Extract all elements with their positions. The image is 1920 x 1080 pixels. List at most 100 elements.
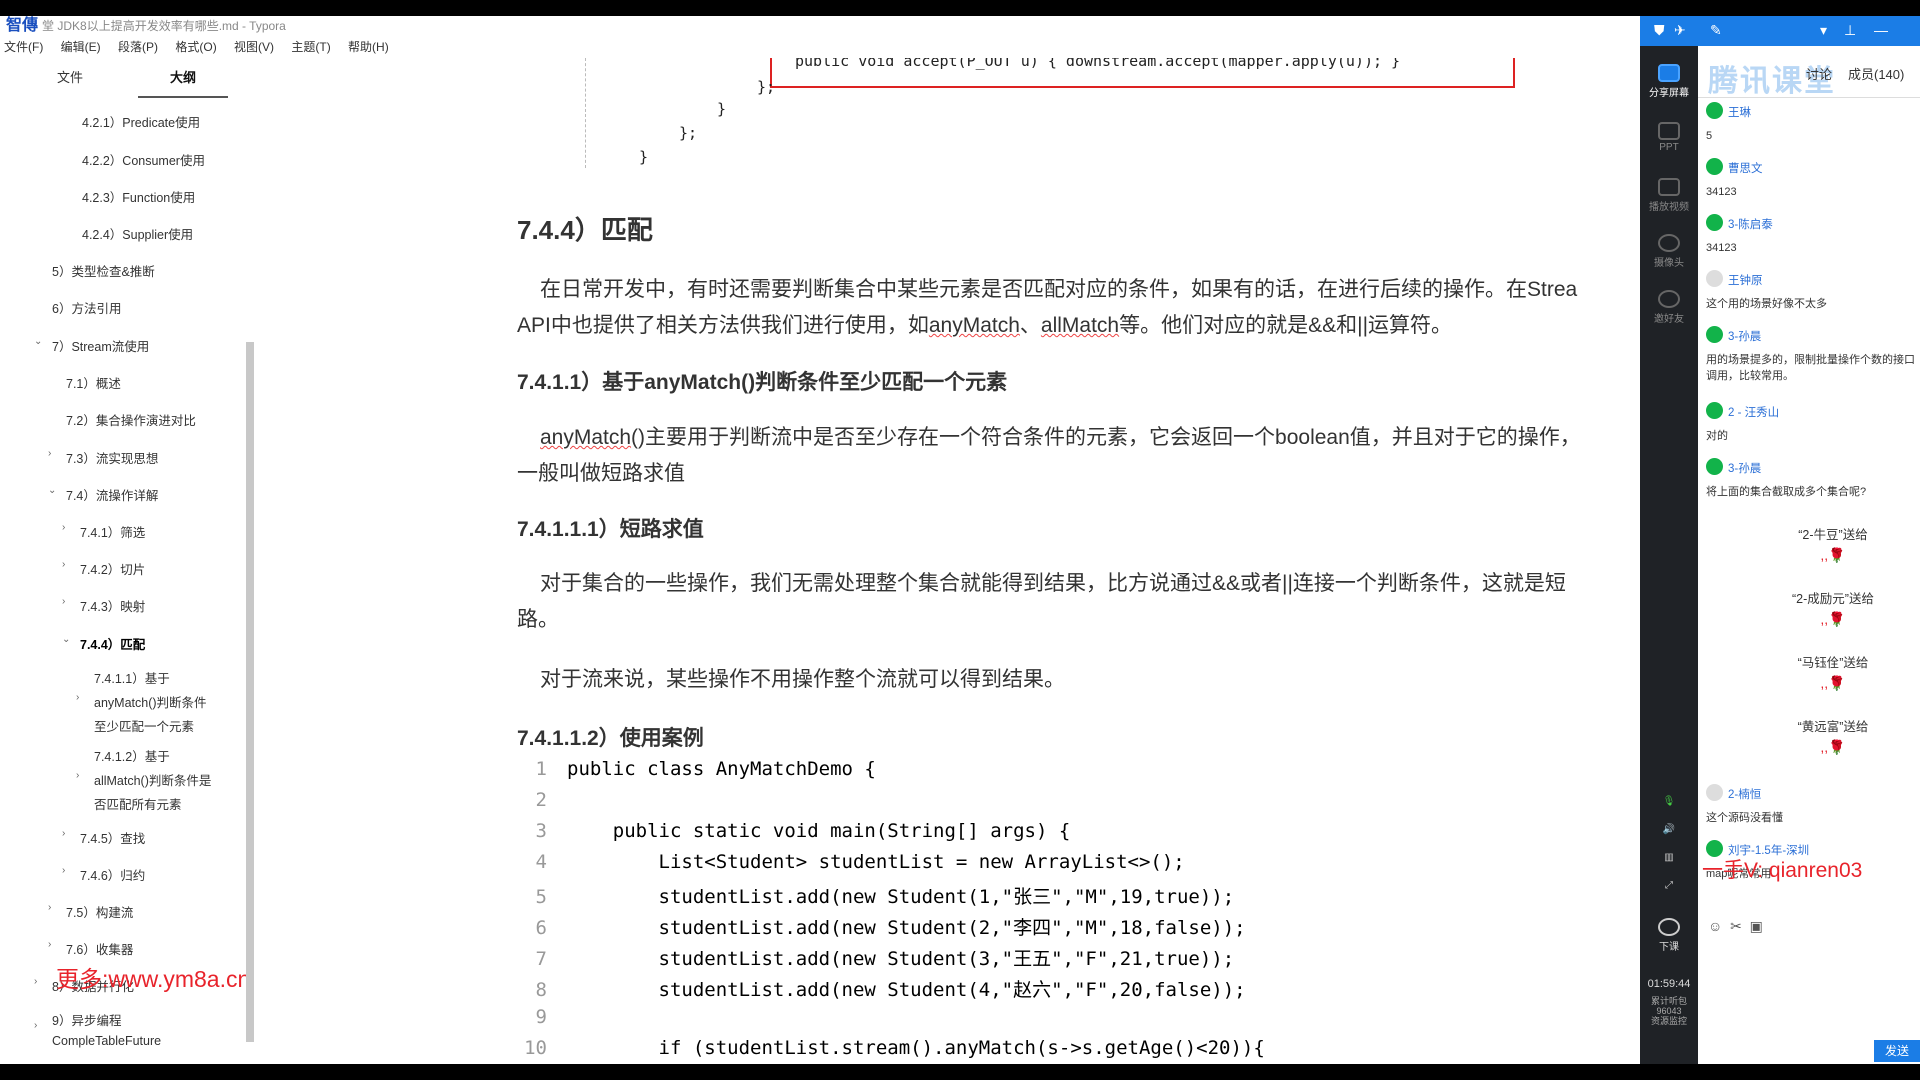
live-class-panel: ⛊ ✈ ✎ ▾ ⊥ — 分享屏幕 PPT 播放视频 摄像头 邀好友 🎙 🔊 ▥ … (1640, 16, 1920, 1064)
menu-edit[interactable]: 编辑(E) (61, 40, 101, 54)
emoji-icon[interactable]: ☺ (1708, 918, 1722, 934)
shield-icon[interactable]: ⛊ (1654, 22, 1665, 39)
paragraph-1b: API中也提供了相关方法供我们进行使用，如anyMatch、allMatch等。… (517, 308, 1452, 344)
outline-item[interactable]: 7.4.5）查找 (80, 828, 145, 847)
resource-monitor[interactable]: 资源监控 (1640, 1016, 1698, 1026)
pin-icon[interactable]: ⊥ (1844, 22, 1856, 39)
chevron-down-icon[interactable]: ⌄ (62, 634, 70, 645)
chevron-right-icon[interactable]: › (76, 770, 79, 781)
outline-item[interactable]: 7.6）收集器 (66, 939, 133, 958)
outline-item[interactable]: 5）类型检查&推断 (52, 261, 155, 280)
chevron-down-icon[interactable]: ▾ (1820, 22, 1827, 39)
chevron-down-icon[interactable]: ⌄ (48, 485, 56, 496)
message-text: 34123 (1706, 186, 1737, 198)
gift-notice: “2-牛豆”送给 ,,🌹 (1758, 524, 1908, 564)
outline-item[interactable]: 7.3）流实现思想 (66, 448, 158, 467)
chevron-right-icon[interactable]: › (34, 976, 37, 987)
speaker-icon[interactable]: 🔊 (1640, 824, 1698, 835)
fullscreen-icon[interactable]: ⤢ (1640, 880, 1698, 891)
outline-item[interactable]: 7.4）流操作详解 (66, 485, 158, 504)
chevron-right-icon[interactable]: › (34, 1020, 37, 1031)
title-brand: 智傳 (6, 17, 39, 34)
window-title: 堂 JDK8以上提高开发效率有哪些.md - Typora (42, 19, 286, 33)
chevron-right-icon[interactable]: › (62, 522, 65, 533)
menu-view[interactable]: 视图(V) (234, 40, 274, 54)
minimize-icon[interactable]: — (1874, 22, 1888, 38)
outline-item-line[interactable]: anyMatch()判断条件 (94, 692, 207, 711)
outline-item[interactable]: 4.2.3）Function使用 (82, 187, 195, 206)
rail-play-video[interactable]: 播放视频 (1640, 178, 1698, 213)
code-block[interactable]: 1 public class AnyMatchDemo { 2 3 public … (515, 758, 1640, 1064)
outline-item[interactable]: 7.4.6）归约 (80, 865, 145, 884)
rail-ppt[interactable]: PPT (1640, 122, 1698, 153)
outline-item[interactable]: 7.2）集合操作演进对比 (66, 410, 196, 429)
chevron-down-icon[interactable]: ⌄ (34, 336, 42, 347)
menu-paragraph[interactable]: 段落(P) (118, 40, 158, 54)
outline-item[interactable]: 6）方法引用 (52, 298, 121, 317)
tab-outline[interactable]: 大纲 (128, 58, 238, 98)
end-class-button[interactable]: 下课 (1640, 918, 1698, 953)
menu-format[interactable]: 格式(O) (175, 40, 216, 54)
mic-icon[interactable]: 🎙 (1640, 796, 1698, 807)
share-icon[interactable]: ✈ (1674, 22, 1686, 39)
message-author[interactable]: 3-孙晨 (1706, 458, 1918, 476)
outline-item-line[interactable]: CompleTableFuture (52, 1034, 161, 1048)
image-icon[interactable]: ▣ (1750, 918, 1763, 934)
rail-camera[interactable]: 摄像头 (1640, 234, 1698, 269)
chat-message: 王钟原 这个用的场景好像不太多 (1706, 270, 1918, 312)
outline-item-line[interactable]: allMatch()判断条件是 (94, 770, 211, 789)
outline-item[interactable]: 9）异步编程 (52, 1010, 121, 1029)
message-author[interactable]: 王钟原 (1706, 270, 1918, 288)
message-author[interactable]: 曹思文 (1706, 158, 1918, 176)
message-author[interactable]: 2-楠恒 (1706, 784, 1918, 802)
chat-input[interactable] (1708, 948, 1908, 1048)
chevron-right-icon[interactable]: › (62, 596, 65, 607)
typora-window: 智傳堂 JDK8以上提高开发效率有哪些.md - Typora 文件(F) 编辑… (0, 16, 1640, 1064)
rose-icon: ,,🌹 (1820, 547, 1846, 563)
chat-message: 曹思文 34123 (1706, 158, 1918, 200)
outline-item[interactable]: 7.1）概述 (66, 373, 121, 392)
outline-item[interactable]: 4.2.4）Supplier使用 (82, 224, 193, 243)
scissors-icon[interactable]: ✂ (1730, 918, 1742, 934)
message-text: 34123 (1706, 242, 1737, 254)
tab-files[interactable]: 文件 (15, 58, 125, 98)
outline-item[interactable]: 7.4.3）映射 (80, 596, 145, 615)
chevron-right-icon[interactable]: › (48, 939, 51, 950)
message-author[interactable]: 2 - 汪秀山 (1706, 402, 1918, 420)
message-author[interactable]: 3-陈启泰 (1706, 214, 1918, 232)
paragraph-3b: 路。 (517, 608, 559, 631)
outline-item[interactable]: 4.2.1）Predicate使用 (82, 112, 200, 131)
outline-item[interactable]: 7.4.1.2）基于 (94, 746, 170, 765)
outline-item[interactable]: 7）Stream流使用 (52, 336, 149, 355)
chevron-right-icon[interactable]: › (62, 828, 65, 839)
rail-share-screen[interactable]: 分享屏幕 (1640, 64, 1698, 99)
outline-item[interactable]: 7.4.2）切片 (80, 559, 145, 578)
p1b-pre: API中也提供了相关方法供我们进行使用，如 (517, 314, 929, 337)
outline-item-line[interactable]: 否匹配所有元素 (94, 794, 182, 813)
p2-anymatch: anyMatch (540, 426, 632, 449)
message-author[interactable]: 王琳 (1706, 102, 1918, 120)
sidebar-scrollbar[interactable] (246, 342, 254, 1042)
menu-help[interactable]: 帮助(H) (348, 40, 389, 54)
chevron-right-icon[interactable]: › (48, 448, 51, 459)
editor[interactable]: public void accept(P_OUT u) { downstream… (255, 58, 1640, 1064)
chevron-right-icon[interactable]: › (62, 865, 65, 876)
message-author[interactable]: 3-孙晨 (1706, 326, 1918, 344)
rail-invite[interactable]: 邀好友 (1640, 290, 1698, 325)
menu-theme[interactable]: 主题(T) (291, 40, 330, 54)
outline-item[interactable]: 7.5）构建流 (66, 902, 133, 921)
outline-item[interactable]: 7.4.1.1）基于 (94, 668, 170, 687)
chevron-right-icon[interactable]: › (62, 559, 65, 570)
outline-item[interactable]: 4.2.2）Consumer使用 (82, 150, 205, 169)
tab-discussion[interactable]: 讨论 (1806, 64, 1832, 83)
chevron-right-icon[interactable]: › (48, 902, 51, 913)
outline-item[interactable]: 7.4.1）筛选 (80, 522, 145, 541)
menu-file[interactable]: 文件(F) (4, 40, 43, 54)
tab-members[interactable]: 成员(140) (1848, 64, 1904, 83)
chevron-right-icon[interactable]: › (76, 692, 79, 703)
outline-item-active[interactable]: 7.4.4）匹配 (80, 634, 145, 653)
send-button[interactable]: 发送 (1874, 1040, 1920, 1062)
outline-item-line[interactable]: 至少匹配一个元素 (94, 716, 194, 735)
edit-icon[interactable]: ✎ (1710, 22, 1722, 39)
network-icon[interactable]: ▥ (1640, 852, 1698, 863)
